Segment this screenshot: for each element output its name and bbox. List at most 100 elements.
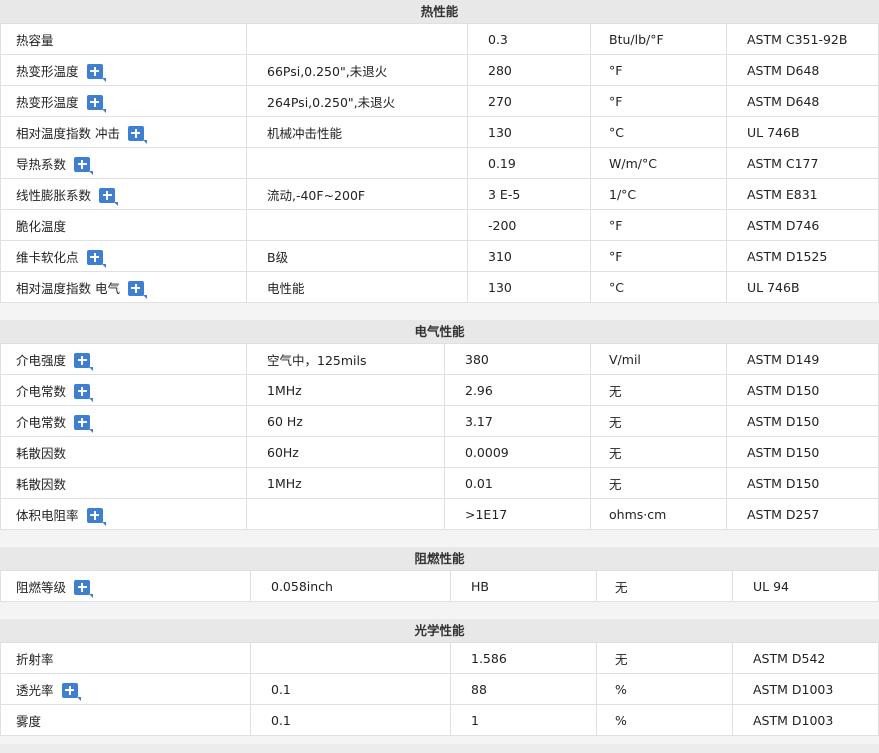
property-unit: 无 [609, 383, 622, 399]
property-unit: °F [609, 62, 623, 78]
property-name-cell: 相对温度指数 电气 [0, 271, 247, 303]
test-condition-cell [246, 23, 468, 55]
test-condition-cell [246, 498, 445, 530]
table-row: 体积电阻率 >1E17 ohms·cm ASTM D257 [0, 498, 879, 530]
test-standard-cell: ASTM D150 [726, 436, 879, 468]
test-standard: ASTM D150 [747, 413, 820, 429]
test-condition-cell: 电性能 [246, 271, 468, 303]
test-condition-cell: 60 Hz [246, 405, 445, 437]
table-row: 热容量 0.3 Btu/lb/°F ASTM C351-92B [0, 23, 879, 55]
test-standard: UL 746B [747, 124, 800, 140]
test-standard-cell: ASTM C177 [726, 147, 879, 179]
table-row: 线性膨胀系数 流动,-40F~200F 3 E-5 1/°C ASTM E831 [0, 178, 879, 210]
property-unit: Btu/lb/°F [609, 31, 664, 47]
property-name: 线性膨胀系数 [16, 187, 92, 203]
property-value-cell: 280 [467, 54, 591, 86]
property-name-cell: 热容量 [0, 23, 247, 55]
property-value: 130 [488, 279, 512, 295]
property-unit-cell: °F [590, 209, 727, 241]
property-name: 透光率 [16, 682, 54, 698]
property-name: 介电常数 [16, 383, 67, 399]
property-name: 脆化温度 [16, 218, 67, 234]
test-condition: 电性能 [267, 280, 305, 296]
property-name-cell: 耗散因数 [0, 467, 247, 499]
property-name-cell: 热变形温度 [0, 54, 247, 86]
plus-expand-icon-tail [89, 170, 94, 175]
test-standard: ASTM D150 [747, 475, 820, 491]
property-name-cell: 介电强度 [0, 343, 247, 375]
property-name: 维卡软化点 [16, 249, 79, 265]
test-standard: ASTM C351-92B [747, 31, 848, 47]
test-standard: ASTM D257 [747, 506, 820, 522]
plus-expand-icon[interactable] [74, 156, 94, 175]
section-thermal: 热性能 热容量 0.3 Btu/lb/°F ASTM C351-92B 热变形温度 66Ps… [0, 0, 879, 303]
plus-expand-icon[interactable] [74, 383, 94, 402]
test-standard-cell: ASTM D150 [726, 467, 879, 499]
property-unit-cell: °C [590, 116, 727, 148]
test-condition: 60 Hz [267, 413, 303, 429]
plus-expand-icon-tail [101, 108, 106, 113]
property-unit-cell: 无 [590, 436, 727, 468]
property-unit-cell: V/mil [590, 343, 727, 375]
test-condition-cell: 空气中，125mils [246, 343, 445, 375]
property-name-cell: 体积电阻率 [0, 498, 247, 530]
table-row: 介电强度 空气中，125mils 380 V/mil ASTM D149 [0, 343, 879, 375]
test-condition: 264Psi,0.250",未退火 [267, 94, 396, 110]
property-unit-cell: 无 [590, 467, 727, 499]
property-value-cell: -200 [467, 209, 591, 241]
plus-expand-icon-tail [114, 201, 119, 206]
test-condition-cell: 1MHz [246, 374, 445, 406]
property-name-cell: 折射率 [0, 642, 251, 674]
property-unit: V/mil [609, 351, 641, 367]
property-value: 88 [471, 681, 487, 697]
plus-expand-icon[interactable] [86, 249, 106, 268]
property-unit-cell: ohms·cm [590, 498, 727, 530]
test-condition: 1MHz [267, 382, 302, 398]
plus-expand-icon-tail [76, 696, 81, 701]
test-standard: ASTM D149 [747, 351, 820, 367]
plus-expand-icon[interactable] [86, 507, 106, 526]
section-title: 电气性能 [0, 320, 879, 343]
property-table: 介电强度 空气中，125mils 380 V/mil ASTM D149 介电常数 1MHz… [0, 343, 879, 530]
property-name-cell: 相对温度指数 冲击 [0, 116, 247, 148]
plus-expand-icon[interactable] [86, 94, 106, 113]
property-unit-cell: 1/°C [590, 178, 727, 210]
property-name: 热变形温度 [16, 94, 79, 110]
property-unit-cell: 无 [590, 405, 727, 437]
plus-expand-icon[interactable] [61, 682, 81, 701]
plus-expand-icon[interactable] [86, 63, 106, 82]
table-row: 折射率 1.586 无 ASTM D542 [0, 642, 879, 674]
test-standard: ASTM D1525 [747, 248, 828, 264]
plus-expand-icon[interactable] [127, 125, 147, 144]
property-value-cell: 0.19 [467, 147, 591, 179]
plus-expand-icon[interactable] [99, 187, 119, 206]
plus-expand-icon[interactable] [127, 280, 147, 299]
test-standard: ASTM D150 [747, 382, 820, 398]
test-condition-cell: 机械冲击性能 [246, 116, 468, 148]
property-name: 雾度 [16, 713, 42, 729]
plus-expand-icon[interactable] [74, 352, 94, 371]
test-standard-cell: ASTM D648 [726, 54, 879, 86]
test-condition-cell [246, 209, 468, 241]
property-name-cell: 介电常数 [0, 374, 247, 406]
test-standard-cell: ASTM D1525 [726, 240, 879, 272]
property-name: 体积电阻率 [16, 507, 79, 523]
test-condition-cell: 66Psi,0.250",未退火 [246, 54, 468, 86]
test-condition-cell: 0.1 [250, 704, 451, 736]
property-unit: 无 [609, 476, 622, 492]
property-unit: °F [609, 93, 623, 109]
test-condition-cell [250, 642, 451, 674]
test-standard-cell: UL 746B [726, 116, 879, 148]
property-name: 阻燃等级 [16, 579, 67, 595]
plus-expand-icon[interactable] [74, 414, 94, 433]
test-standard: UL 94 [753, 578, 789, 594]
property-value-cell: 270 [467, 85, 591, 117]
test-standard: ASTM E831 [747, 186, 818, 202]
plus-expand-icon[interactable] [74, 579, 94, 598]
property-table: 折射率 1.586 无 ASTM D542 透光率 0.1 88% ASTM D1003 雾度 0… [0, 642, 879, 736]
property-tables: 热性能 热容量 0.3 Btu/lb/°F ASTM C351-92B 热变形温度 66Ps… [0, 0, 879, 753]
property-unit: 1/°C [609, 186, 637, 202]
plus-expand-icon-tail [142, 294, 147, 299]
property-unit: 无 [609, 414, 622, 430]
property-unit: 无 [609, 445, 622, 461]
